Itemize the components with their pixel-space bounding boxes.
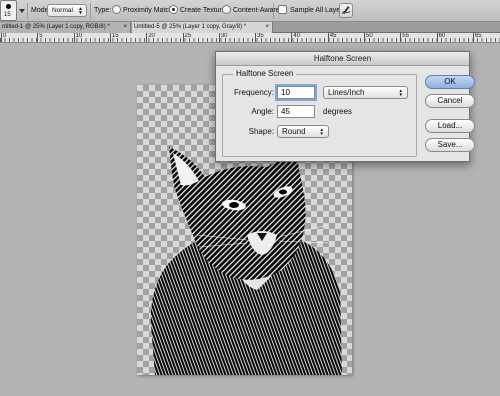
radio-label-create-texture[interactable]: Create Texture — [180, 7, 226, 14]
frequency-label: Frequency: — [233, 88, 274, 97]
ruler-major-tick — [1, 33, 2, 42]
ruler-label: 30 — [220, 33, 228, 39]
group-title: Halftone Screen — [233, 69, 297, 78]
document-tabs: ntitled-1 @ 25% (Layer 1 copy, RGB/8) * … — [0, 22, 500, 33]
ruler-major-tick — [109, 33, 111, 42]
ruler-major-tick — [255, 33, 257, 42]
tab-untitled-5[interactable]: Untitled-5 @ 25% (Layer 1 copy, Gray/8) … — [132, 22, 273, 33]
ruler-label: 35 — [257, 33, 264, 39]
updown-arrows-icon: ▲ ▼ — [78, 6, 83, 16]
shape-value: Round — [282, 127, 306, 136]
ruler-major-tick — [146, 33, 148, 42]
radio-label-proximity-match[interactable]: Proximity Match — [123, 7, 173, 14]
ruler-label: 50 — [366, 33, 373, 39]
ruler-major-tick — [218, 33, 220, 42]
mode-value: Normal — [52, 7, 73, 14]
brush-size-value: 15 — [4, 12, 11, 18]
frequency-unit-select[interactable]: Lines/Inch ▲ ▼ — [323, 86, 408, 99]
tab-label: Untitled-5 @ 25% (Layer 1 copy, Gray/8) … — [134, 24, 247, 30]
radio-proximity-match[interactable] — [112, 5, 121, 14]
shape-label: Shape: — [248, 127, 274, 136]
ruler-label: 65 — [474, 33, 482, 39]
divider — [90, 3, 91, 19]
brush-preset-picker[interactable]: 15 — [0, 0, 17, 21]
close-icon[interactable]: × — [265, 22, 269, 33]
type-label: Type: — [94, 7, 112, 14]
updown-arrows-icon: ▲ ▼ — [398, 88, 403, 97]
updown-arrows-icon: ▲ ▼ — [319, 127, 324, 136]
sample-all-layers-label[interactable]: Sample All Layers — [290, 7, 346, 14]
ruler-label: 5 — [39, 33, 43, 39]
tab-untitled-1[interactable]: ntitled-1 @ 25% (Layer 1 copy, RGB/8) * … — [0, 22, 131, 33]
radio-content-aware[interactable] — [222, 5, 231, 14]
ruler-label: 60 — [438, 33, 446, 39]
ruler-label: 40 — [293, 33, 301, 39]
ruler-major-tick — [327, 33, 329, 42]
load-button[interactable]: Load... — [425, 119, 475, 133]
angle-input[interactable]: 45 — [277, 105, 315, 118]
save-button[interactable]: Save... — [425, 138, 475, 152]
chevron-down-icon[interactable] — [19, 9, 25, 13]
pen-pressure-icon[interactable] — [339, 3, 353, 18]
angle-label: Angle: — [251, 107, 274, 116]
cancel-button[interactable]: Cancel — [425, 94, 475, 108]
ruler-label: 45 — [329, 33, 337, 39]
horizontal-ruler[interactable]: 0 5 10 15 20 25 30 35 40 45 50 55 60 65 — [0, 33, 500, 43]
ruler-label: 55 — [402, 33, 409, 39]
ruler-label: 15 — [111, 33, 119, 39]
radio-create-texture[interactable] — [169, 5, 178, 14]
mode-select[interactable]: Normal ▲ ▼ — [47, 4, 87, 17]
ruler-label: 20 — [148, 33, 155, 39]
dialog-title[interactable]: Halftone Screen — [216, 52, 469, 66]
angle-unit-label: degrees — [323, 107, 352, 116]
sample-all-layers-checkbox[interactable] — [278, 5, 287, 14]
tool-options-bar: 15 Mode: Normal ▲ ▼ Type: Proximity Match… — [0, 0, 500, 22]
ok-button[interactable]: OK — [425, 75, 475, 89]
ruler-major-tick — [436, 33, 438, 42]
ruler-major-tick — [37, 33, 39, 42]
ruler-label: 25 — [184, 33, 192, 39]
tab-label: ntitled-1 @ 25% (Layer 1 copy, RGB/8) * — [2, 24, 110, 30]
ruler-label: 10 — [75, 33, 83, 39]
divider — [27, 3, 28, 19]
ruler-major-tick — [73, 33, 75, 42]
ruler-label: 0 — [3, 33, 7, 39]
ruler-major-tick — [182, 33, 184, 42]
ruler-major-tick — [472, 33, 474, 42]
ruler-major-tick — [364, 33, 365, 42]
brush-tip-icon — [6, 4, 11, 9]
divider — [273, 3, 274, 19]
shape-select[interactable]: Round ▲ ▼ — [277, 125, 329, 138]
frequency-unit-value: Lines/Inch — [328, 88, 365, 97]
frequency-input[interactable]: 10 — [277, 86, 315, 99]
ruler-major-tick — [291, 33, 293, 42]
close-icon[interactable]: × — [123, 22, 127, 33]
ruler-major-tick — [400, 33, 402, 42]
